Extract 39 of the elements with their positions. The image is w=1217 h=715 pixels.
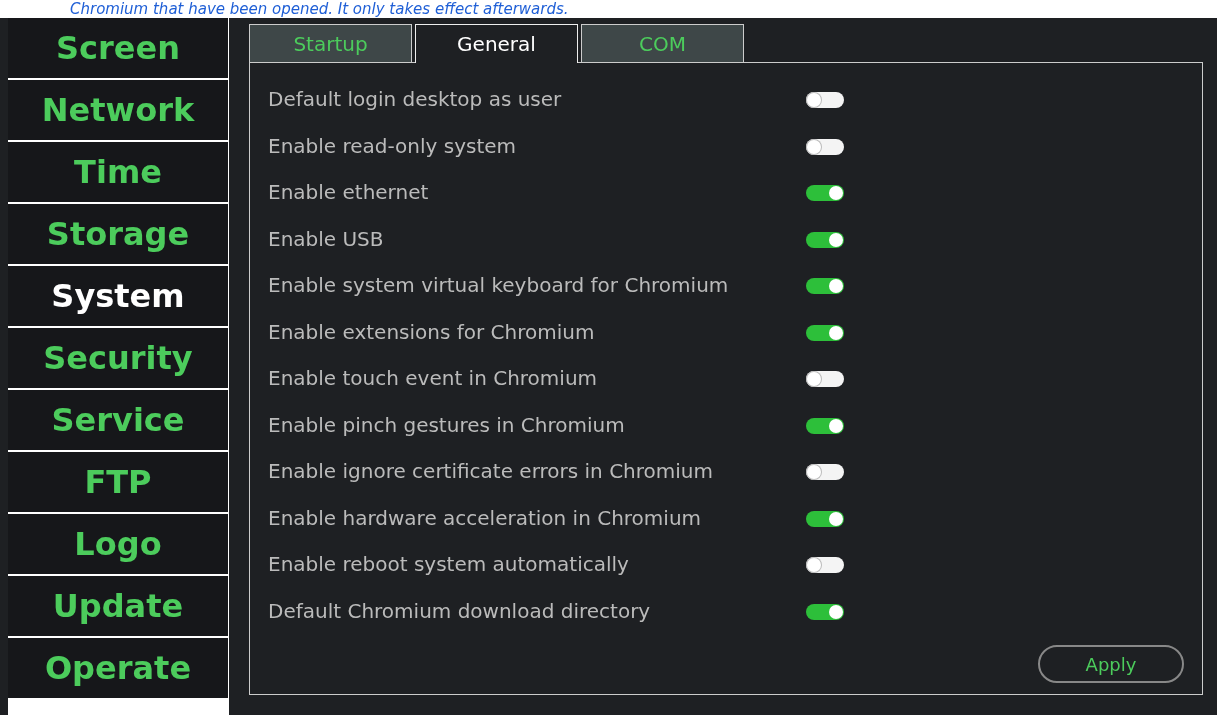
sidebar-item[interactable]: Logo: [8, 514, 228, 574]
apply-button[interactable]: Apply: [1038, 645, 1184, 683]
setting-label: Enable read-only system: [268, 133, 518, 158]
setting-label: Enable extensions for Chromium: [268, 319, 596, 344]
sidebar-item[interactable]: Service: [8, 390, 228, 450]
toggle-switch[interactable]: [806, 603, 844, 620]
setting-label: Enable system virtual keyboard for Chromium: [268, 273, 730, 297]
setting-label: Enable ethernet: [268, 180, 430, 204]
sidebar-item[interactable]: Update: [8, 576, 228, 636]
toggle-switch[interactable]: [806, 464, 844, 480]
tab[interactable]: General: [415, 24, 578, 63]
toggle-switch[interactable]: [806, 417, 844, 434]
setting-label: Default Chromium download directory: [268, 598, 652, 623]
toggle-switch[interactable]: [806, 231, 844, 248]
sidebar-item[interactable]: Screen: [8, 18, 228, 78]
toggle-switch[interactable]: [806, 510, 844, 527]
tab[interactable]: Startup: [249, 24, 412, 62]
sidebar-item[interactable]: Security: [8, 328, 228, 388]
toggle-switch[interactable]: [806, 185, 844, 201]
toggle-switch[interactable]: [806, 557, 844, 573]
sidebar-item[interactable]: Storage: [8, 204, 228, 264]
toggle-switch[interactable]: [806, 278, 844, 294]
setting-label: Enable touch event in Chromium: [268, 366, 599, 390]
toggle-switch[interactable]: [806, 138, 844, 155]
setting-label: Enable pinch gestures in Chromium: [268, 412, 626, 437]
sidebar-item[interactable]: Time: [8, 142, 228, 202]
setting-label: Enable reboot system automatically: [268, 552, 630, 576]
setting-label: Enable ignore certificate errors in Chromium: [268, 459, 714, 483]
setting-label: Default login desktop as user: [268, 87, 563, 111]
toggle-switch[interactable]: [806, 92, 844, 108]
tab[interactable]: COM: [581, 24, 744, 62]
sidebar-item[interactable]: System: [8, 266, 228, 326]
setting-label: Enable USB: [268, 226, 385, 251]
sidebar-item[interactable]: Network: [8, 80, 228, 140]
toggle-switch[interactable]: [806, 324, 844, 341]
sidebar-item[interactable]: Operate: [8, 638, 228, 698]
sidebar-item[interactable]: FTP: [8, 452, 228, 512]
toggle-switch[interactable]: [806, 371, 844, 387]
setting-label: Enable hardware acceleration in Chromium: [268, 505, 703, 530]
